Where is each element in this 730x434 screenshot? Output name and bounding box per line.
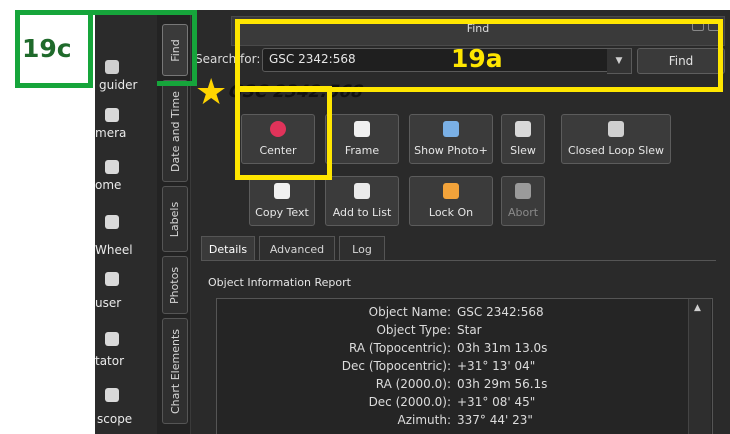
button-label: Lock On bbox=[428, 206, 474, 219]
report-key: Azimuth: bbox=[397, 413, 452, 427]
device-panel: guider mera ome Wheel user tator scope bbox=[95, 10, 158, 434]
report-row: RA (Topocentric): 03h 31m 13.0s bbox=[217, 341, 647, 359]
report-row: Azimuth: 337° 44' 23" bbox=[217, 413, 647, 431]
tab-log[interactable]: Log bbox=[339, 236, 385, 261]
report-key: RA (Topocentric): bbox=[348, 341, 451, 355]
report-header: Object Information Report bbox=[208, 276, 351, 289]
lock-icon bbox=[443, 183, 459, 199]
device-label: Wheel bbox=[95, 243, 133, 257]
frame-button[interactable]: Frame bbox=[325, 114, 399, 164]
annotation-19c: 19c bbox=[22, 34, 72, 63]
rotator-icon bbox=[105, 332, 119, 346]
report-value: 03h 31m 13.0s bbox=[457, 341, 548, 355]
tab-label: Photos bbox=[168, 266, 182, 304]
add-to-list-button[interactable]: Add to List bbox=[325, 176, 399, 226]
abort-button[interactable]: Abort bbox=[501, 176, 545, 226]
abort-telescope-icon bbox=[515, 183, 531, 199]
add-list-icon bbox=[354, 183, 370, 199]
closed-loop-slew-button[interactable]: Closed Loop Slew bbox=[561, 114, 671, 164]
camera-target-icon bbox=[608, 121, 624, 137]
tab-label: Labels bbox=[168, 201, 182, 237]
tab-photos[interactable]: Photos bbox=[162, 256, 188, 314]
device-label: ome bbox=[95, 178, 122, 192]
device-label: scope bbox=[97, 412, 133, 426]
device-label: tator bbox=[95, 354, 125, 368]
slew-button[interactable]: Slew bbox=[501, 114, 545, 164]
copy-text-button[interactable]: Copy Text bbox=[249, 176, 315, 226]
star-icon: ★ bbox=[195, 72, 228, 113]
report-box[interactable]: Object Name: GSC 2342:568 Object Type: S… bbox=[216, 298, 713, 434]
photo-icon bbox=[443, 121, 459, 137]
button-label: Show Photo+ bbox=[414, 144, 488, 157]
button-label: Closed Loop Slew bbox=[567, 144, 665, 157]
tab-labels[interactable]: Labels bbox=[162, 186, 188, 252]
report-row: Dec (Topocentric): +31° 13' 04" bbox=[217, 359, 647, 377]
telescope-icon bbox=[515, 121, 531, 137]
filter-wheel-icon bbox=[105, 215, 119, 229]
device-label: guider bbox=[99, 78, 138, 92]
tab-find[interactable]: Find bbox=[162, 24, 188, 76]
dome-icon bbox=[105, 160, 119, 174]
report-scrollbar[interactable]: ▲ bbox=[688, 299, 711, 434]
scroll-up-icon[interactable]: ▲ bbox=[694, 303, 701, 313]
report-value: 337° 44' 23" bbox=[457, 413, 533, 427]
report-value: Star bbox=[457, 323, 482, 337]
tab-advanced[interactable]: Advanced bbox=[259, 236, 335, 261]
camera-icon bbox=[105, 108, 119, 122]
autoguider-icon bbox=[105, 60, 119, 74]
copy-icon bbox=[274, 183, 290, 199]
report-value: +31° 08' 45" bbox=[457, 395, 536, 409]
device-label: user bbox=[95, 296, 122, 310]
show-photo-button[interactable]: Show Photo+ bbox=[409, 114, 493, 164]
device-label: mera bbox=[95, 126, 127, 140]
lock-on-button[interactable]: Lock On bbox=[409, 176, 493, 226]
button-label: Slew bbox=[510, 144, 536, 157]
tab-date-and-time[interactable]: Date and Time bbox=[162, 80, 188, 182]
report-row: RA (2000.0): 03h 29m 56.1s bbox=[217, 377, 647, 395]
tab-label: Chart Elements bbox=[168, 328, 182, 414]
annotation-green-border bbox=[93, 10, 197, 15]
annotation-19a: 19a bbox=[451, 44, 503, 73]
report-key: Dec (2000.0): bbox=[368, 395, 451, 409]
annotation-yellow-center-box bbox=[235, 86, 332, 180]
report-value: GSC 2342:568 bbox=[457, 305, 544, 319]
tab-divider bbox=[201, 260, 716, 261]
top-strip bbox=[0, 0, 730, 10]
tab-chart-elements[interactable]: Chart Elements bbox=[162, 318, 188, 424]
annotation-green-border bbox=[192, 10, 197, 86]
tab-details[interactable]: Details bbox=[201, 236, 255, 261]
report-key: RA (2000.0): bbox=[375, 377, 451, 391]
button-label: Abort bbox=[507, 206, 539, 219]
button-label: Add to List bbox=[332, 206, 392, 219]
vertical-tab-strip: Find Date and Time Labels Photos Chart E… bbox=[157, 10, 191, 434]
screenshot: guider mera ome Wheel user tator scope F… bbox=[0, 0, 730, 434]
report-key: Dec (Topocentric): bbox=[341, 359, 451, 373]
report-row: Dec (2000.0): +31° 08' 45" bbox=[217, 395, 647, 413]
report-row: Object Type: Star bbox=[217, 323, 647, 341]
button-label: Frame bbox=[344, 144, 380, 157]
annotation-green-border bbox=[157, 81, 197, 86]
button-label: Copy Text bbox=[255, 206, 309, 219]
frame-icon bbox=[354, 121, 370, 137]
telescope-icon bbox=[105, 388, 119, 402]
focuser-icon bbox=[105, 272, 119, 286]
tab-label: Find bbox=[168, 38, 182, 62]
report-value: 03h 29m 56.1s bbox=[457, 377, 548, 391]
report-value: +31° 13' 04" bbox=[457, 359, 536, 373]
report-row: Object Name: GSC 2342:568 bbox=[217, 305, 647, 323]
report-key: Object Type: bbox=[376, 323, 451, 337]
report-key: Object Name: bbox=[368, 305, 451, 319]
tab-label: Date and Time bbox=[168, 90, 182, 172]
